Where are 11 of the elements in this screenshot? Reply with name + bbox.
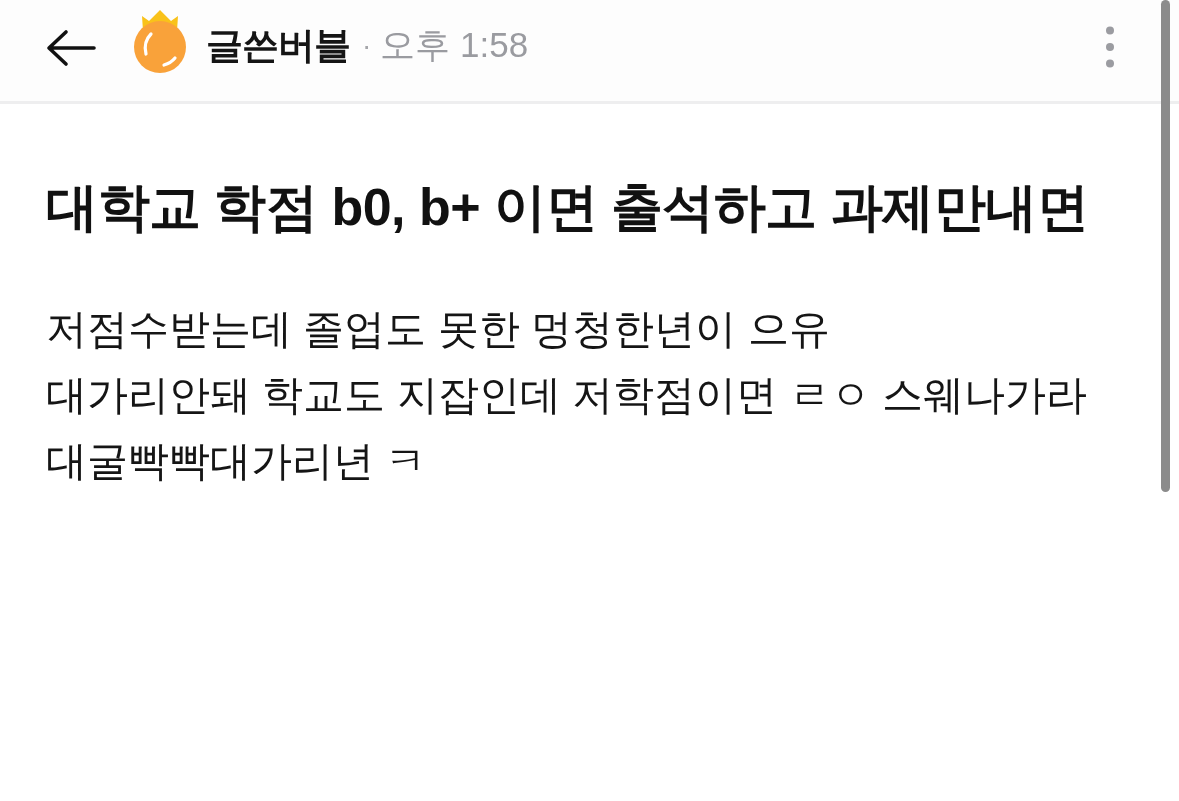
author-name: 글쓴버블 (206, 23, 350, 68)
post-body-line: 저점수받는데 졸업도 못한 멍청한년이 으유 (46, 305, 830, 354)
post-body-line: 대가리안돼 학교도 지잡인데 저학점이면 ㄹㅇ 스웨나가라 (46, 371, 1087, 420)
separator-dot: · (362, 29, 372, 62)
back-arrow-icon[interactable] (46, 28, 96, 67)
crowned-bubble-avatar-icon (133, 10, 187, 73)
post-title: 대학교 학점 b0, b+ 이면 출석하고 과제만내면 (46, 177, 1089, 238)
post-time: 오후 1:58 (380, 24, 529, 66)
scrollbar-thumb[interactable] (1161, 0, 1170, 492)
post-body-line: 대굴빡빡대가리년 ㅋ (46, 437, 427, 486)
more-options-icon[interactable] (1105, 25, 1115, 68)
